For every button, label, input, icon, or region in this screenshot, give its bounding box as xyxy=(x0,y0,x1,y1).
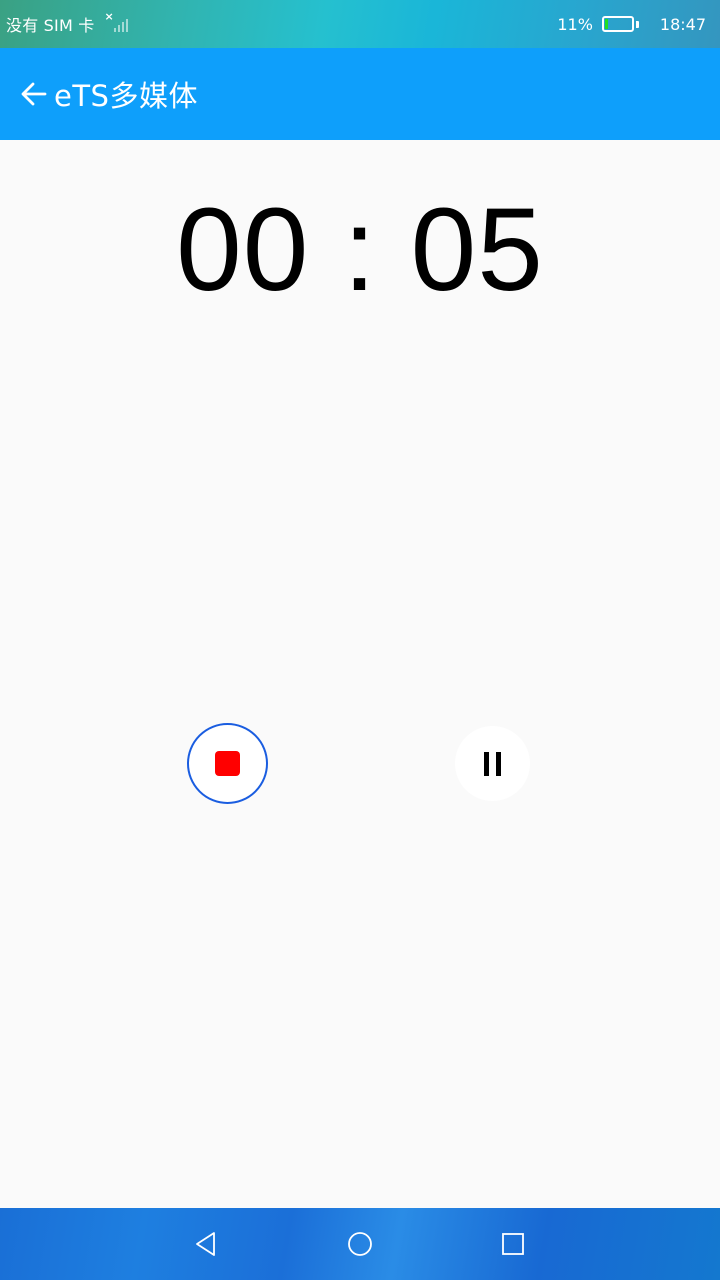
status-right: 11% 18:47 xyxy=(557,0,706,48)
nav-back-button[interactable] xyxy=(186,1224,226,1264)
sim-status-text: 没有 SIM 卡 xyxy=(6,16,95,35)
arrow-left-icon xyxy=(21,82,47,106)
nav-back-icon xyxy=(196,1232,215,1256)
nav-recents-button[interactable] xyxy=(493,1224,533,1264)
stop-icon xyxy=(215,751,240,776)
pause-icon xyxy=(481,751,505,776)
battery-percent: 11% xyxy=(557,14,593,34)
battery-icon xyxy=(601,16,634,32)
stop-button[interactable] xyxy=(187,723,268,804)
navigation-bar xyxy=(0,1208,720,1280)
nav-recents-icon xyxy=(502,1233,524,1255)
nav-home-button[interactable] xyxy=(340,1224,380,1264)
battery-tip xyxy=(635,20,639,28)
page-title: eTS多媒体 xyxy=(54,79,198,113)
recording-timer: 00 : 05 xyxy=(176,184,544,316)
status-left: 没有 SIM 卡 × xyxy=(6,0,132,48)
app-bar: eTS多媒体 xyxy=(0,48,720,140)
battery-level-fill xyxy=(604,19,608,29)
no-signal-icon: × xyxy=(104,10,132,34)
back-button[interactable] xyxy=(16,76,52,112)
pause-button[interactable] xyxy=(455,726,530,801)
nav-home-icon xyxy=(348,1232,372,1256)
status-bar: 没有 SIM 卡 × 11% 18:47 xyxy=(0,0,720,48)
clock: 18:47 xyxy=(659,14,706,34)
